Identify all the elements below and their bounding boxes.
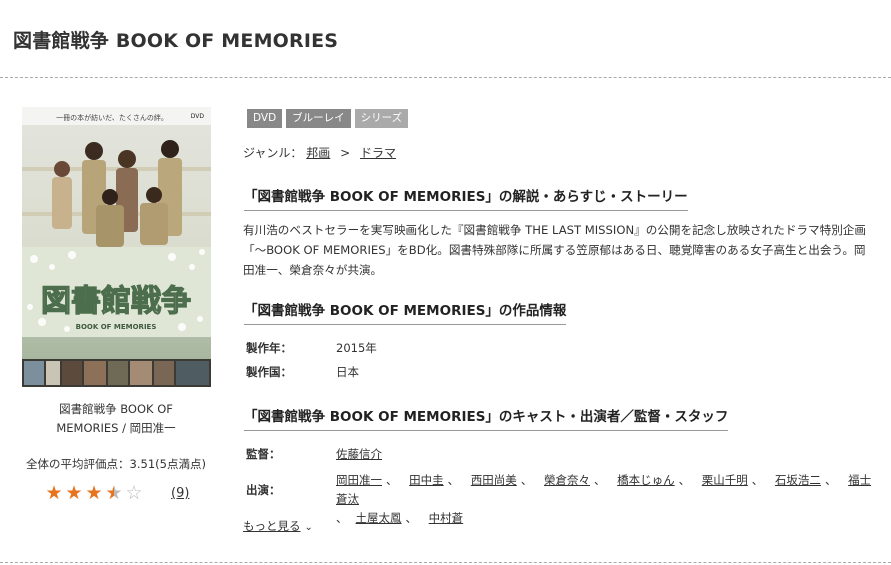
cast-heading: 「図書館戦争 BOOK OF MEMORIES」のキャスト・出演者／監督・スタッ… xyxy=(244,405,729,431)
svg-text:BOOK OF MEMORIES: BOOK OF MEMORIES xyxy=(76,323,157,331)
cast-list: 岡田准一、 田中圭、 西田尚美、 榮倉奈々、 橋本じゅん、 栗山千明、 石坂浩二… xyxy=(336,473,872,525)
cast-link[interactable]: 西田尚美 xyxy=(471,473,517,487)
genre-link-hoga[interactable]: 邦画 xyxy=(306,146,330,160)
info-country: 製作国： 日本 xyxy=(246,365,359,379)
badge-bluray[interactable]: ブルーレイ xyxy=(286,109,351,128)
cover-logo: 図書館戦争 xyxy=(41,284,191,319)
cast-link[interactable]: 栗山千明 xyxy=(702,473,748,487)
cast-link[interactable]: 榮倉奈々 xyxy=(544,473,590,487)
info-year: 製作年： 2015年 xyxy=(246,341,377,355)
divider xyxy=(0,562,891,563)
cover-caption: 図書館戦争 BOOK OF MEMORIES / 岡田准一 xyxy=(56,402,176,435)
cast-link[interactable]: 中村蒼 xyxy=(429,511,464,525)
cast-link[interactable]: 田中圭 xyxy=(409,473,444,487)
divider xyxy=(0,77,891,78)
star-icon: ★ xyxy=(85,482,103,504)
average-rating-label: 全体の平均評価点：3.51(5点満点) xyxy=(26,457,206,471)
half-star-icon: ★ xyxy=(105,482,123,504)
chevron-down-icon: ⌄ xyxy=(304,522,313,533)
cast-label: 出演： xyxy=(246,483,281,497)
synopsis-text: 有川浩のベストセラーを実写映画化した『図書館戦争 THE LAST MISSIO… xyxy=(243,223,866,277)
genre-breadcrumb: ジャンル： 邦画 > ドラマ xyxy=(243,146,396,160)
review-count-link[interactable]: (9) xyxy=(171,486,189,501)
cover-tagline: 一冊の本が紡いだ、たくさんの絆。 xyxy=(56,113,168,122)
cast-link[interactable]: 石坂浩二 xyxy=(775,473,821,487)
page-title: 図書館戦争 BOOK OF MEMORIES xyxy=(13,30,339,52)
show-more-link[interactable]: もっと見る ⌄ xyxy=(243,518,313,534)
empty-star-icon: ☆ xyxy=(125,482,143,504)
format-badges: DVD ブルーレイ シリーズ xyxy=(247,109,409,128)
director-label: 監督： xyxy=(246,447,281,461)
star-rating: ★ ★ ★ ★ ☆ xyxy=(44,483,144,503)
genre-link-drama[interactable]: ドラマ xyxy=(360,146,396,160)
cast-link[interactable]: 土屋太鳳 xyxy=(356,511,402,525)
star-icon: ★ xyxy=(65,482,83,504)
star-icon: ★ xyxy=(45,482,63,504)
synopsis-heading: 「図書館戦争 BOOK OF MEMORIES」の解説・あらすじ・ストーリー xyxy=(244,185,688,211)
badge-dvd[interactable]: DVD xyxy=(247,109,283,128)
cast-link[interactable]: 橋本じゅん xyxy=(617,473,675,487)
info-heading: 「図書館戦争 BOOK OF MEMORIES」の作品情報 xyxy=(244,299,567,325)
director-link[interactable]: 佐藤信介 xyxy=(336,447,382,461)
badge-series[interactable]: シリーズ xyxy=(354,109,409,128)
cast-link[interactable]: 岡田准一 xyxy=(336,473,382,487)
svg-text:DVD: DVD xyxy=(191,113,205,120)
cover-image[interactable]: 一冊の本が紡いだ、たくさんの絆。 DVD 図書館戦争 BOOK OF MEMOR… xyxy=(22,107,211,387)
